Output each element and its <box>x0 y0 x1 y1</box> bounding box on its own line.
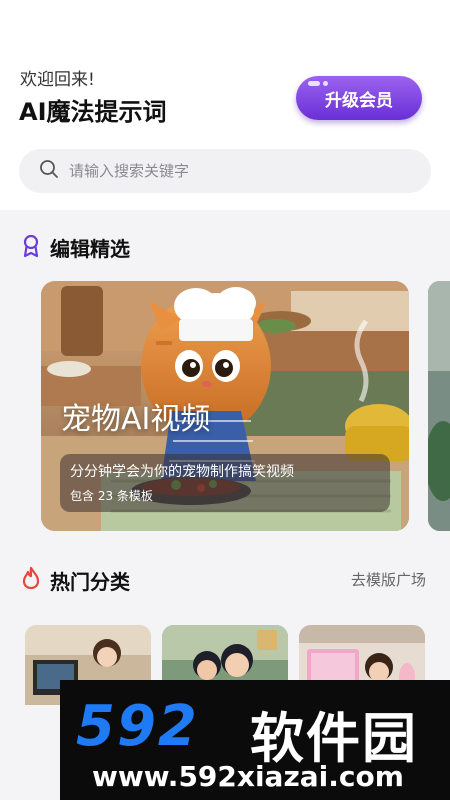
featured-card-title: 宠物AI视频 <box>61 402 211 437</box>
featured-card-pet-video[interactable]: 宠物AI视频 分分钟学会为你的宠物制作搞笑视频 包含 23 条模板 <box>41 281 409 531</box>
upgrade-vip-label: 升级会员 <box>325 90 393 111</box>
search-bar[interactable] <box>19 149 431 193</box>
button-highlight-dot <box>323 81 328 86</box>
header: 欢迎回来! AI魔法提示词 升级会员 <box>0 0 450 210</box>
upgrade-vip-button[interactable]: 升级会员 <box>296 76 422 120</box>
featured-card-template-count: 包含 23 条模板 <box>70 489 153 503</box>
section-title-editor-picks: 编辑精选 <box>50 237 130 261</box>
welcome-text: 欢迎回来! <box>20 70 95 90</box>
next-featured-card[interactable] <box>428 281 450 531</box>
featured-card-description: 分分钟学会为你的宠物制作搞笑视频 <box>70 464 294 480</box>
watermark-banner: 592 软件园 www.592xiazai.com <box>60 680 450 800</box>
flame-icon <box>22 566 40 594</box>
watermark-url: www.592xiazai.com <box>92 760 404 793</box>
section-title-hot-categories: 热门分类 <box>50 570 130 594</box>
watermark-logo: 592 <box>76 694 199 759</box>
search-input[interactable] <box>69 162 389 180</box>
search-icon <box>39 159 59 183</box>
template-square-link[interactable]: 去模版广场 <box>351 569 426 590</box>
next-card-image <box>428 281 450 531</box>
featured-card-info: 分分钟学会为你的宠物制作搞笑视频 包含 23 条模板 <box>60 454 390 512</box>
award-ribbon-icon <box>22 234 40 262</box>
button-highlight <box>308 81 320 86</box>
app-title: AI魔法提示词 <box>19 98 167 126</box>
